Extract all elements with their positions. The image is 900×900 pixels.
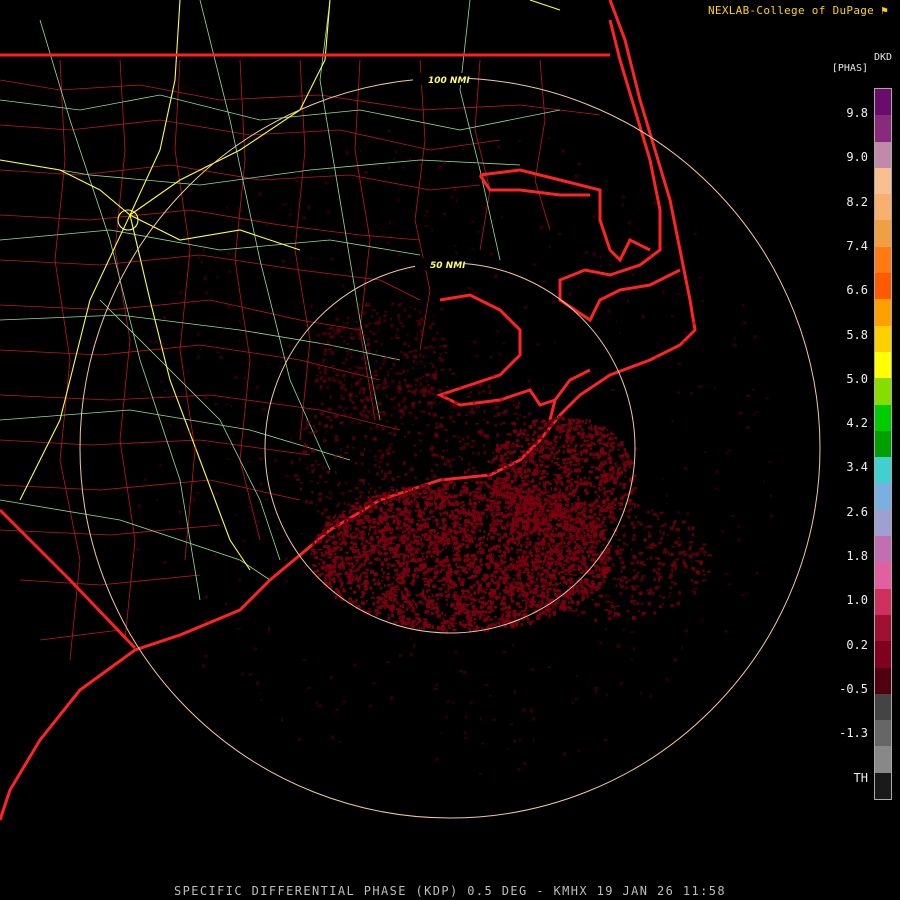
colorbar-swatch — [875, 693, 891, 721]
colorbar-swatch — [875, 325, 891, 353]
coastline — [0, 0, 697, 821]
legend-unit: [PHAS] — [831, 63, 868, 74]
colorbar-swatch — [875, 457, 891, 484]
colorbar-swatch — [875, 614, 891, 642]
colorbar-swatch — [875, 115, 891, 143]
range-rings — [79, 77, 821, 819]
colorbar — [874, 88, 892, 800]
legend-tick-label: -0.5 — [839, 681, 868, 696]
colorbar-swatch — [875, 720, 891, 747]
legend-tick-label: 1.0 — [846, 593, 868, 608]
range-ring-100 — [79, 77, 821, 819]
product-label: SPECIFIC DIFFERENTIAL PHASE (KDP) 0.5 DE… — [174, 884, 726, 898]
colorbar-swatch — [875, 667, 891, 695]
legend-tick-label: 1.8 — [846, 549, 868, 563]
colorbar-swatch — [875, 588, 891, 616]
colorbar-swatch — [875, 299, 891, 327]
colorbar-swatch — [875, 194, 891, 221]
ring-label-100: 100 NMI — [428, 76, 470, 86]
colorbar-swatch — [875, 404, 891, 432]
legend-tick-label: 0.2 — [846, 637, 868, 652]
colorbar-swatch — [875, 378, 891, 406]
colorbar-swatch — [875, 509, 891, 537]
colorbar-swatch — [875, 536, 891, 563]
colorbar-swatch — [875, 772, 891, 800]
legend-tick-label: 8.2 — [846, 194, 868, 209]
legend-tick-label: -1.3 — [839, 726, 868, 741]
colorbar-swatch — [875, 141, 891, 169]
colorbar-swatch — [875, 89, 891, 116]
colorbar-swatch — [875, 483, 891, 511]
colorbar-swatch — [875, 220, 891, 248]
colorbar-swatch — [875, 430, 891, 458]
colorbar-swatch — [875, 562, 891, 590]
nexlab-credit: NEXLAB-College of DuPage ⚑ — [708, 4, 888, 17]
colorbar-swatch — [875, 641, 891, 668]
range-ring-labels: 50 NMI 100 NMI — [413, 73, 470, 271]
colorbar-swatch — [875, 167, 891, 195]
legend-tick-label: 2.6 — [846, 504, 868, 519]
logo-flag-icon: ⚑ — [881, 4, 888, 17]
legend-tick-label: 5.8 — [846, 327, 868, 342]
legend-product-code: DKD — [873, 52, 892, 63]
radar-screen: 50 NMI 100 NMI NEXLAB-College of DuPage … — [0, 0, 900, 900]
credit-text: NEXLAB-College of DuPage — [707, 4, 875, 17]
roads — [0, 0, 561, 601]
legend-tick-label: 7.4 — [846, 238, 868, 253]
ring-label-50: 50 NMI — [430, 261, 466, 271]
legend-tick-label: 3.4 — [846, 460, 868, 475]
colorbar-swatch — [875, 351, 891, 379]
interstates — [0, 0, 561, 571]
legend-tick-label: TH — [853, 770, 868, 785]
legend-tick-label: 4.2 — [846, 416, 868, 431]
colorbar-swatch — [875, 273, 891, 300]
legend-tick-label: 9.0 — [846, 150, 868, 165]
legend-tick-label: 6.6 — [846, 283, 868, 298]
radar-map: 50 NMI 100 NMI — [0, 0, 821, 821]
legend-tick-label: 5.0 — [846, 371, 868, 386]
legend-tick-label: 9.8 — [846, 106, 868, 120]
colorbar-swatch — [875, 246, 891, 274]
colorbar-swatch — [875, 746, 891, 774]
